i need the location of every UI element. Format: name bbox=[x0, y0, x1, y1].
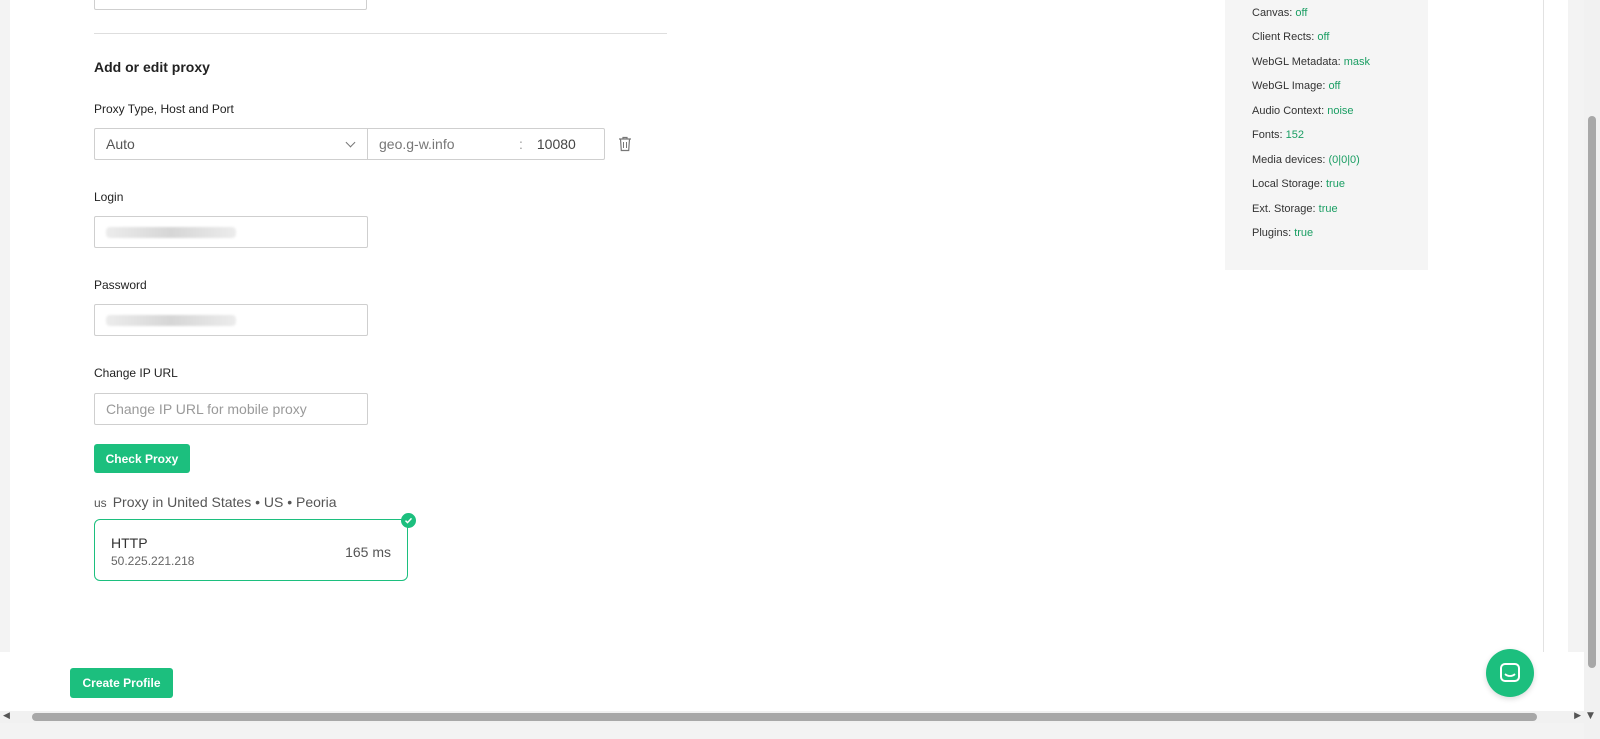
fingerprint-summary-panel: Canvas: off Client Rects: off WebGL Meta… bbox=[1225, 0, 1428, 270]
fingerprint-row: Fonts: 152 bbox=[1252, 129, 1304, 141]
previous-field-input[interactable] bbox=[94, 0, 367, 10]
scroll-right-arrow-icon[interactable]: ▶ bbox=[1574, 711, 1581, 721]
horizontal-scrollbar[interactable]: ◀ ▶ bbox=[0, 711, 1584, 723]
check-circle-icon bbox=[401, 513, 416, 528]
redacted-password-value bbox=[106, 314, 236, 326]
bottom-action-bar bbox=[0, 652, 1584, 712]
proxy-location: us Proxy in United States • US • Peoria bbox=[94, 494, 336, 510]
country-code: us bbox=[94, 496, 107, 510]
proxy-ip: 50.225.221.218 bbox=[111, 554, 195, 568]
password-input[interactable] bbox=[94, 304, 368, 336]
proxy-type-label: Proxy Type, Host and Port bbox=[94, 102, 234, 116]
password-label: Password bbox=[94, 278, 147, 292]
proxy-latency: 165 ms bbox=[345, 544, 391, 560]
proxy-port-value[interactable]: 10080 bbox=[537, 136, 576, 152]
fingerprint-row: WebGL Metadata: mask bbox=[1252, 56, 1371, 68]
proxy-type-select[interactable]: Auto bbox=[94, 128, 368, 160]
fingerprint-row: WebGL Image: off bbox=[1252, 80, 1341, 92]
fingerprint-row: Canvas: off bbox=[1252, 7, 1308, 19]
proxy-location-text: Proxy in United States • US • Peoria bbox=[112, 494, 337, 510]
proxy-host-port-input[interactable]: geo.g-w.info : 10080 bbox=[367, 128, 605, 160]
fingerprint-row: Ext. Storage: true bbox=[1252, 203, 1338, 215]
trash-icon[interactable] bbox=[618, 136, 632, 152]
scroll-left-arrow-icon[interactable]: ◀ bbox=[3, 711, 10, 721]
redacted-login-value bbox=[106, 226, 236, 238]
check-proxy-button[interactable]: Check Proxy bbox=[94, 444, 190, 473]
change-ip-url-input[interactable] bbox=[106, 401, 356, 417]
login-label: Login bbox=[94, 190, 124, 204]
chat-icon[interactable] bbox=[1486, 649, 1534, 697]
fingerprint-row: Local Storage: true bbox=[1252, 178, 1345, 190]
port-separator: : bbox=[519, 136, 523, 152]
proxy-host-value[interactable]: geo.g-w.info bbox=[379, 136, 519, 152]
fingerprint-row: Plugins: true bbox=[1252, 227, 1314, 239]
vertical-scrollbar[interactable]: ▼ bbox=[1584, 0, 1600, 723]
scroll-down-arrow-icon[interactable]: ▼ bbox=[1587, 711, 1594, 721]
section-title: Add or edit proxy bbox=[94, 59, 210, 75]
profile-form-page: Add or edit proxy Proxy Type, Host and P… bbox=[10, 0, 1543, 665]
fingerprint-row: Client Rects: off bbox=[1252, 31, 1330, 43]
fingerprint-row: Audio Context: noise bbox=[1252, 105, 1354, 117]
create-profile-button[interactable]: Create Profile bbox=[70, 668, 173, 698]
login-input[interactable] bbox=[94, 216, 368, 248]
proxy-result-card[interactable]: HTTP 50.225.221.218 165 ms bbox=[94, 513, 416, 581]
change-ip-url-label: Change IP URL bbox=[94, 366, 178, 380]
right-gutter bbox=[1543, 0, 1568, 665]
proxy-protocol: HTTP bbox=[111, 535, 148, 551]
proxy-type-value: Auto bbox=[106, 136, 135, 152]
vertical-scrollbar-thumb[interactable] bbox=[1588, 116, 1596, 668]
section-divider bbox=[94, 33, 667, 34]
chevron-down-icon bbox=[345, 137, 356, 147]
scrollbar-corner bbox=[1584, 723, 1600, 739]
fingerprint-row: Media devices: (0|0|0) bbox=[1252, 154, 1360, 166]
horizontal-scrollbar-thumb[interactable] bbox=[32, 713, 1537, 721]
change-ip-url-field[interactable] bbox=[94, 393, 368, 425]
